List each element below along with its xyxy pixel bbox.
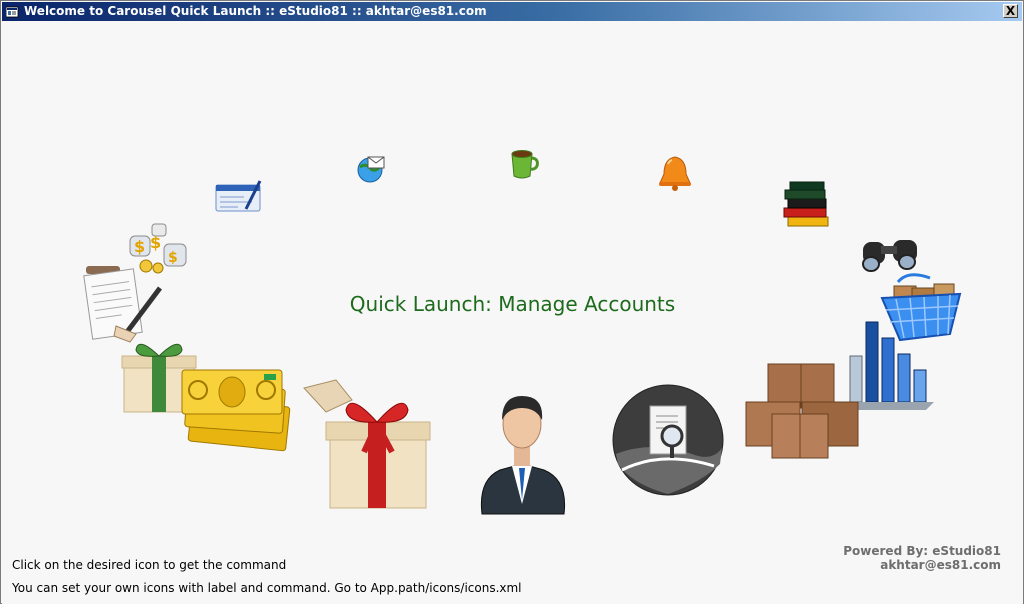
title-bar[interactable]: Welcome to Carousel Quick Launch :: eStu… <box>2 2 1022 21</box>
globe-email-icon[interactable] <box>352 153 388 185</box>
powered-by-label: Powered By: eStudio81 <box>843 544 1001 558</box>
svg-text:$: $ <box>168 250 178 266</box>
window-title: Welcome to Carousel Quick Launch :: eStu… <box>24 4 487 18</box>
svg-text:$: $ <box>134 237 145 256</box>
cardboard-boxes-icon[interactable] <box>744 362 860 462</box>
banknotes-icon[interactable] <box>180 368 292 454</box>
hint-custom-icons: You can set your own icons with label an… <box>12 581 522 595</box>
svg-text:$: $ <box>150 233 161 252</box>
main-window: Welcome to Carousel Quick Launch :: eStu… <box>0 0 1024 604</box>
coffee-cup-icon[interactable] <box>507 144 541 180</box>
close-button[interactable]: X <box>1003 4 1018 18</box>
powered-by: Powered By: eStudio81 akhtar@es81.com <box>843 544 1001 572</box>
app-icon <box>5 5 19 18</box>
carousel-stage: $ $ $ Quick Launch: Manage Accounts Clic… <box>2 22 1023 604</box>
selected-item-label: Quick Launch: Manage Accounts <box>349 292 676 316</box>
books-icon[interactable] <box>780 179 832 231</box>
hint-click-icon: Click on the desired icon to get the com… <box>12 558 287 572</box>
bell-icon[interactable] <box>657 154 693 192</box>
author-email: akhtar@es81.com <box>880 558 1001 572</box>
gift-box-red-icon[interactable] <box>302 378 431 510</box>
business-user-icon[interactable] <box>472 386 572 516</box>
checkbook-icon[interactable] <box>214 177 264 213</box>
document-search-icon[interactable] <box>612 384 724 496</box>
